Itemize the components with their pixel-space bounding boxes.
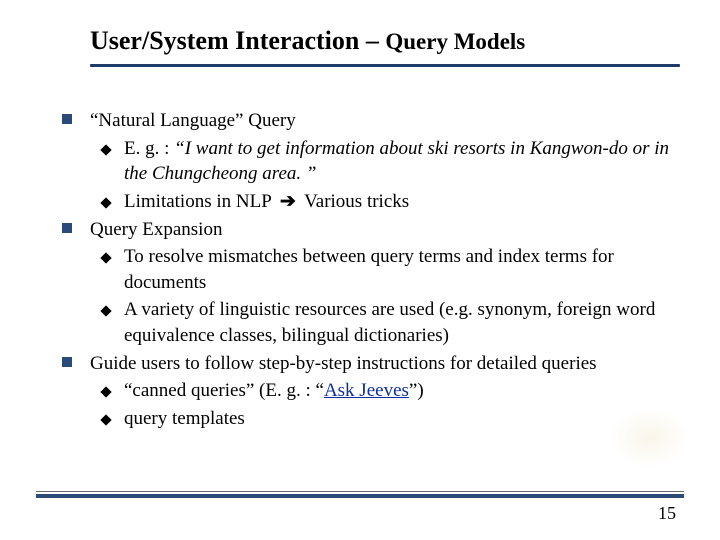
bullet-level1: “Natural Language” Query bbox=[62, 108, 680, 134]
sub-bullet-prefix: E. g. : bbox=[124, 138, 174, 159]
title-separator: – bbox=[359, 26, 385, 55]
sub-bullet-text: A variety of linguistic resources are us… bbox=[124, 299, 655, 346]
sub-bullet-italic: “I want to get information about ski res… bbox=[124, 138, 669, 185]
bullet-level2: To resolve mismatches between query term… bbox=[62, 244, 680, 295]
bullet-level1: Query Expansion bbox=[62, 217, 680, 243]
bullet-level1: Guide users to follow step-by-step instr… bbox=[62, 351, 680, 377]
sub-bullet-text: To resolve mismatches between query term… bbox=[124, 246, 614, 293]
bullet-level2: query templates bbox=[62, 406, 680, 432]
diamond-bullet-icon bbox=[100, 144, 111, 155]
sub-bullet-before: Limitations in NLP bbox=[124, 191, 276, 212]
sub-bullet-before: “canned queries” (E. g. : “ bbox=[124, 380, 324, 401]
slide-title: User/System Interaction – Query Models bbox=[90, 26, 680, 56]
bullet-level2: E. g. : “I want to get information about… bbox=[62, 136, 680, 187]
page-number: 15 bbox=[658, 503, 676, 524]
diamond-bullet-icon bbox=[100, 306, 111, 317]
title-sub: Query Models bbox=[385, 29, 525, 54]
diamond-bullet-icon bbox=[100, 387, 111, 398]
slide: User/System Interaction – Query Models “… bbox=[0, 0, 720, 540]
bullet-text: Guide users to follow step-by-step instr… bbox=[90, 353, 597, 374]
sub-bullet-after: ”) bbox=[409, 380, 424, 401]
bullet-level2: A variety of linguistic resources are us… bbox=[62, 297, 680, 348]
square-bullet-icon bbox=[62, 357, 72, 367]
title-main: User/System Interaction bbox=[90, 26, 359, 55]
bullet-level2: Limitations in NLP ➔ Various tricks bbox=[62, 189, 680, 215]
diamond-bullet-icon bbox=[100, 253, 111, 264]
square-bullet-icon bbox=[62, 114, 72, 124]
sub-bullet-after: Various tricks bbox=[300, 191, 409, 212]
bullet-level2: “canned queries” (E. g. : “Ask Jeeves”) bbox=[62, 378, 680, 404]
diamond-bullet-icon bbox=[100, 197, 111, 208]
bottom-divider bbox=[36, 491, 684, 492]
arrow-icon: ➔ bbox=[276, 189, 300, 215]
sub-bullet-text: query templates bbox=[124, 408, 245, 429]
diamond-bullet-icon bbox=[100, 414, 111, 425]
square-bullet-icon bbox=[62, 223, 72, 233]
title-underline bbox=[90, 64, 680, 67]
ask-jeeves-link[interactable]: Ask Jeeves bbox=[324, 380, 409, 401]
content-body: “Natural Language” Query E. g. : “I want… bbox=[62, 108, 680, 434]
bullet-text: Query Expansion bbox=[90, 219, 222, 240]
bullet-text: “Natural Language” Query bbox=[90, 110, 296, 131]
